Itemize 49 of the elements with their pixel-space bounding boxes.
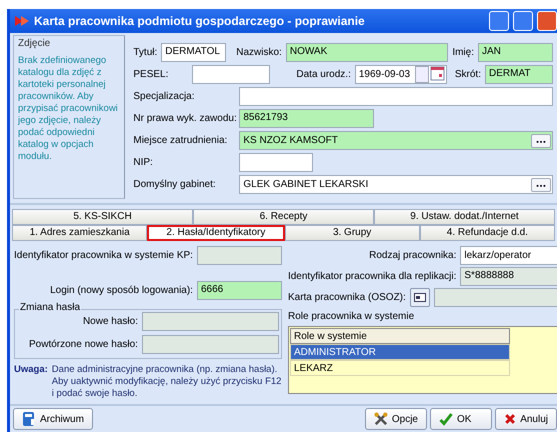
field-label: Powtórzone nowe hasło: <box>29 339 138 350</box>
text-field[interactable]: DERMAT <box>485 65 553 84</box>
tab[interactable]: 3. Grupy <box>284 225 420 241</box>
note-label: Uwaga: <box>14 364 48 377</box>
field-label: Identyfikator pracownika dla replikacji: <box>288 271 456 282</box>
date-field[interactable]: 1969-09-03 <box>354 65 447 84</box>
field-label: Identyfikator pracownika w systemie KP: <box>14 250 193 261</box>
picker-field[interactable]: KS NZOZ KAMSOFT <box>239 131 553 150</box>
list-item[interactable]: ADMINISTRATOR <box>290 344 510 360</box>
tab[interactable]: 4. Refundacje d.d. <box>420 225 555 241</box>
field-label: Skrót: <box>454 69 481 80</box>
list-title: Role pracownika w systemie <box>288 311 416 322</box>
field-label: Specjalizacja: <box>133 91 196 102</box>
field-label: Rodzaj pracownika: <box>369 250 456 261</box>
field-label: Domyślny gabinet: <box>133 179 217 190</box>
field-label: Nr prawa wyk. zawodu: <box>133 113 236 124</box>
field-label: Nazwisko: <box>236 47 282 58</box>
text-field[interactable]: 6666 <box>196 281 282 300</box>
dialog-button[interactable]: Anuluj <box>495 408 557 430</box>
field-label: Imię: <box>452 47 474 58</box>
text-field[interactable]: JAN <box>478 43 553 62</box>
field-label: Tytuł: <box>133 47 158 58</box>
dialog-button[interactable]: Opcje <box>365 408 427 430</box>
note-text: Dane administracyjne pracownika (np. zmiana hasła). Aby uaktywnić modyfikację, należy użyć przycisku F12 i podać swoje hasło. <box>52 364 282 400</box>
panel-title: Zdjęcie <box>18 38 52 49</box>
dropdown[interactable]: lekarz/operator <box>460 246 557 265</box>
group-title: Zmiana hasła <box>19 302 82 313</box>
tab[interactable]: 2. Hasła/Identyfikatory <box>147 225 284 241</box>
tab[interactable]: 5. KS-SIKCH <box>12 209 193 225</box>
dialog-button[interactable]: Archiwum <box>13 408 93 430</box>
text-field[interactable]: 85621793 <box>239 109 374 128</box>
field-label: Login (nowy sposób logowania): <box>50 285 193 296</box>
field-label: Miejsce zatrudnienia: <box>133 135 228 146</box>
tab[interactable]: 1. Adres zamieszkania <box>12 225 148 241</box>
list-item[interactable]: LEKARZ <box>290 360 510 376</box>
tab[interactable]: 9. Ustaw. dodat./Internet <box>374 209 555 225</box>
picker-field[interactable]: GLEK GABINET LEKARSKI <box>239 175 553 194</box>
text-field[interactable]: DERMATOL <box>161 43 226 62</box>
field-label: Nowe hasło: <box>82 316 138 327</box>
tab[interactable]: 6. Recepty <box>193 209 374 225</box>
field-label: Karta pracownika (OSOZ): <box>288 292 406 303</box>
field-label: NIP: <box>133 157 154 168</box>
dialog-button[interactable]: OK <box>430 408 492 430</box>
field-label: PESEL: <box>133 69 168 80</box>
window-title: Karta pracownika podmiotu gospodarczego - poprawianie <box>34 14 366 28</box>
field-label: Data urodz.: <box>296 69 351 80</box>
photo-message: Brak zdefiniowanego katalogu dla zdjęć z kartoteki personalnej pracowników. Aby przypisać pracownikowi jego zdjęcie, należy podać odpowiedni katalog w opcjach modułu. <box>18 55 119 163</box>
column-header: Role w systemie <box>290 328 510 344</box>
text-field[interactable]: NOWAK <box>286 43 448 62</box>
